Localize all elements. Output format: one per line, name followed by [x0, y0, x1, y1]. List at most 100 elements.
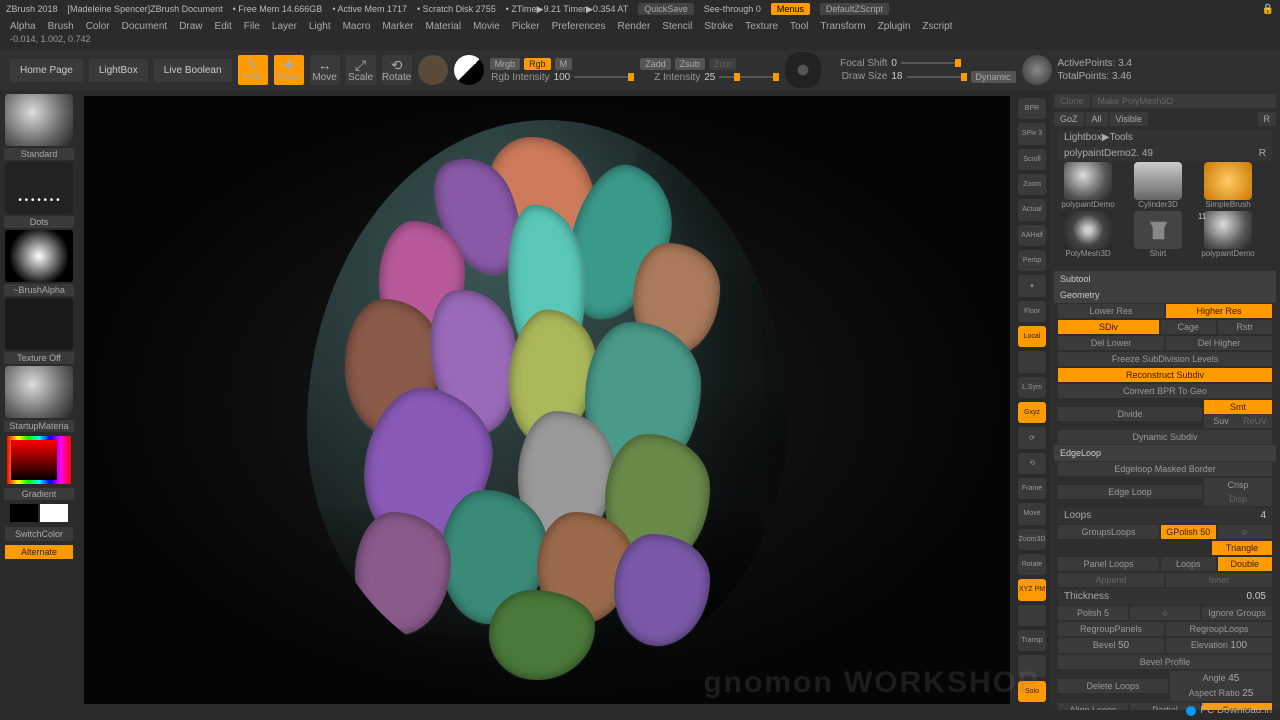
rotate-mode-button[interactable]: ⟲Rotate [382, 55, 412, 85]
vp-xyz-pm[interactable]: XYZ PM [1018, 579, 1046, 600]
home-page-button[interactable]: Home Page [10, 59, 83, 82]
geo-gpolish-50[interactable]: GPolish 50 [1161, 525, 1216, 539]
menu-picker[interactable]: Picker [512, 21, 540, 32]
vp-gxyz[interactable]: Gxyz [1018, 402, 1046, 423]
current-tool[interactable]: polypaintDemo2. 49R [1058, 146, 1272, 161]
swatch-white[interactable] [40, 504, 68, 522]
menu-marker[interactable]: Marker [382, 21, 413, 32]
menu-layer[interactable]: Layer [272, 21, 297, 32]
geo-aspect[interactable]: Aspect Ratio 25 [1170, 686, 1272, 701]
geo-polish-5[interactable]: Polish 5 [1058, 606, 1128, 620]
geo-bevel[interactable]: Bevel 50 [1058, 638, 1164, 653]
move-mode-button[interactable]: ↔Move [310, 55, 340, 85]
vp-rotate[interactable]: Rotate [1018, 554, 1046, 575]
menu-zscript[interactable]: Zscript [922, 21, 952, 32]
vp-icon-20[interactable] [1018, 605, 1046, 626]
focal-shift-value[interactable]: 0 [891, 58, 897, 69]
menu-movie[interactable]: Movie [473, 21, 500, 32]
z-intensity-slider[interactable] [719, 76, 779, 78]
brush-thumbnail[interactable] [5, 94, 73, 146]
menu-render[interactable]: Render [618, 21, 651, 32]
alternate-button[interactable]: Alternate [5, 545, 73, 559]
switch-color-button[interactable]: SwitchColor [5, 527, 73, 541]
geo-groupsloops[interactable]: GroupsLoops [1058, 525, 1159, 539]
geo-regrouploops[interactable]: RegroupLoops [1166, 622, 1272, 636]
focal-shift-slider[interactable] [901, 62, 961, 64]
geo-cage[interactable]: Cage [1161, 320, 1216, 334]
zadd-button[interactable]: Zadd [640, 58, 671, 70]
filter-r[interactable]: R [1258, 112, 1277, 126]
vp-move[interactable]: Move [1018, 503, 1046, 524]
geo-angle[interactable]: Angle 45 [1170, 671, 1272, 686]
menu-edit[interactable]: Edit [215, 21, 232, 32]
vp-scroll[interactable]: Scroll [1018, 149, 1046, 170]
alpha-thumbnail[interactable] [5, 230, 73, 282]
vp-⟲[interactable]: ⟲ [1018, 453, 1046, 474]
menu-preferences[interactable]: Preferences [552, 21, 606, 32]
geo-disp[interactable]: Disp [1204, 492, 1272, 506]
geo-convert-bpr-to-geo[interactable]: Convert BPR To Geo [1058, 384, 1272, 398]
param-thickness[interactable]: Thickness0.05 [1058, 589, 1272, 604]
geo-rstr[interactable]: Rstr [1218, 320, 1273, 334]
lightbox-button[interactable]: LightBox [89, 59, 148, 82]
geo-higher-res[interactable]: Higher Res [1166, 304, 1272, 318]
vp-solo[interactable]: Solo [1018, 681, 1046, 702]
geo-sdiv[interactable]: SDiv [1058, 320, 1159, 334]
mrgb-button[interactable]: Mrgb [490, 58, 521, 70]
geo-lower-res[interactable]: Lower Res [1058, 304, 1164, 318]
geo-triangle[interactable]: Triangle [1212, 541, 1272, 555]
material-thumbnail[interactable] [5, 366, 73, 418]
color-picker[interactable] [7, 436, 71, 484]
gradient-label[interactable]: Gradient [4, 488, 74, 500]
default-zscript[interactable]: DefaultZScript [820, 3, 889, 15]
swatch-black[interactable] [10, 504, 38, 522]
tool-Shirt[interactable]: Shirt11 [1124, 211, 1192, 267]
menu-draw[interactable]: Draw [179, 21, 202, 32]
live-boolean-button[interactable]: Live Boolean [154, 59, 232, 82]
geo-elevation[interactable]: Elevation 100 [1166, 638, 1272, 653]
menu-stencil[interactable]: Stencil [662, 21, 692, 32]
geo-del-lower[interactable]: Del Lower [1058, 336, 1164, 350]
menus-button[interactable]: Menus [771, 3, 810, 15]
geo-reconstruct-subdiv[interactable]: Reconstruct Subdiv [1058, 368, 1272, 382]
geo-○[interactable]: ○ [1130, 606, 1200, 620]
texture-thumbnail[interactable] [5, 298, 73, 350]
geo-inner[interactable]: Inner [1166, 573, 1272, 587]
geo-append[interactable]: Append [1058, 573, 1164, 587]
goz-button[interactable]: GoZ [1054, 112, 1084, 126]
vp-zoom[interactable]: Zoom [1018, 174, 1046, 195]
quicksave-button[interactable]: QuickSave [638, 3, 694, 15]
vp-▾[interactable]: ▾ [1018, 275, 1046, 296]
dynamic-preview[interactable] [1022, 55, 1052, 85]
vp-bpr[interactable]: BPR [1018, 98, 1046, 119]
brush-size-preview[interactable] [785, 52, 821, 88]
menu-alpha[interactable]: Alpha [10, 21, 36, 32]
geo-align-loops[interactable]: Align Loops [1058, 703, 1128, 710]
vp-local[interactable]: Local [1018, 326, 1046, 347]
vp-⟳[interactable]: ⟳ [1018, 427, 1046, 448]
geo-edge-loop[interactable]: Edge Loop [1058, 485, 1202, 499]
subtool-section[interactable]: Subtool [1054, 271, 1276, 287]
geo-smt[interactable]: Smt [1204, 400, 1272, 414]
geo-panel-loops[interactable]: Panel Loops [1058, 557, 1159, 571]
vp-floor[interactable]: Floor [1018, 301, 1046, 322]
geo-reuv[interactable]: ReUV [1238, 414, 1272, 428]
menu-color[interactable]: Color [86, 21, 110, 32]
vp-icon-22[interactable] [1018, 655, 1046, 676]
rgb-intensity-value[interactable]: 100 [554, 72, 571, 83]
rgb-button[interactable]: Rgb [524, 58, 551, 70]
menu-material[interactable]: Material [426, 21, 462, 32]
scale-mode-button[interactable]: ⤢Scale [346, 55, 376, 85]
vp-zoom3d[interactable]: Zoom3D [1018, 529, 1046, 550]
menu-macro[interactable]: Macro [343, 21, 371, 32]
vp-transp[interactable]: Transp [1018, 630, 1046, 651]
tool-PolyMesh3D[interactable]: PolyMesh3D [1054, 211, 1122, 267]
sculptris-button[interactable] [454, 55, 484, 85]
geo-regrouppanels[interactable]: RegroupPanels [1058, 622, 1164, 636]
geometry-section[interactable]: Geometry [1054, 287, 1276, 303]
geo-freeze-subdivision-levels[interactable]: Freeze SubDivision Levels [1058, 352, 1272, 366]
vp-spix-3[interactable]: SPix 3 [1018, 123, 1046, 144]
menu-texture[interactable]: Texture [745, 21, 778, 32]
menu-tool[interactable]: Tool [790, 21, 808, 32]
geo-edgeloop-masked-border[interactable]: Edgeloop Masked Border [1058, 462, 1272, 476]
